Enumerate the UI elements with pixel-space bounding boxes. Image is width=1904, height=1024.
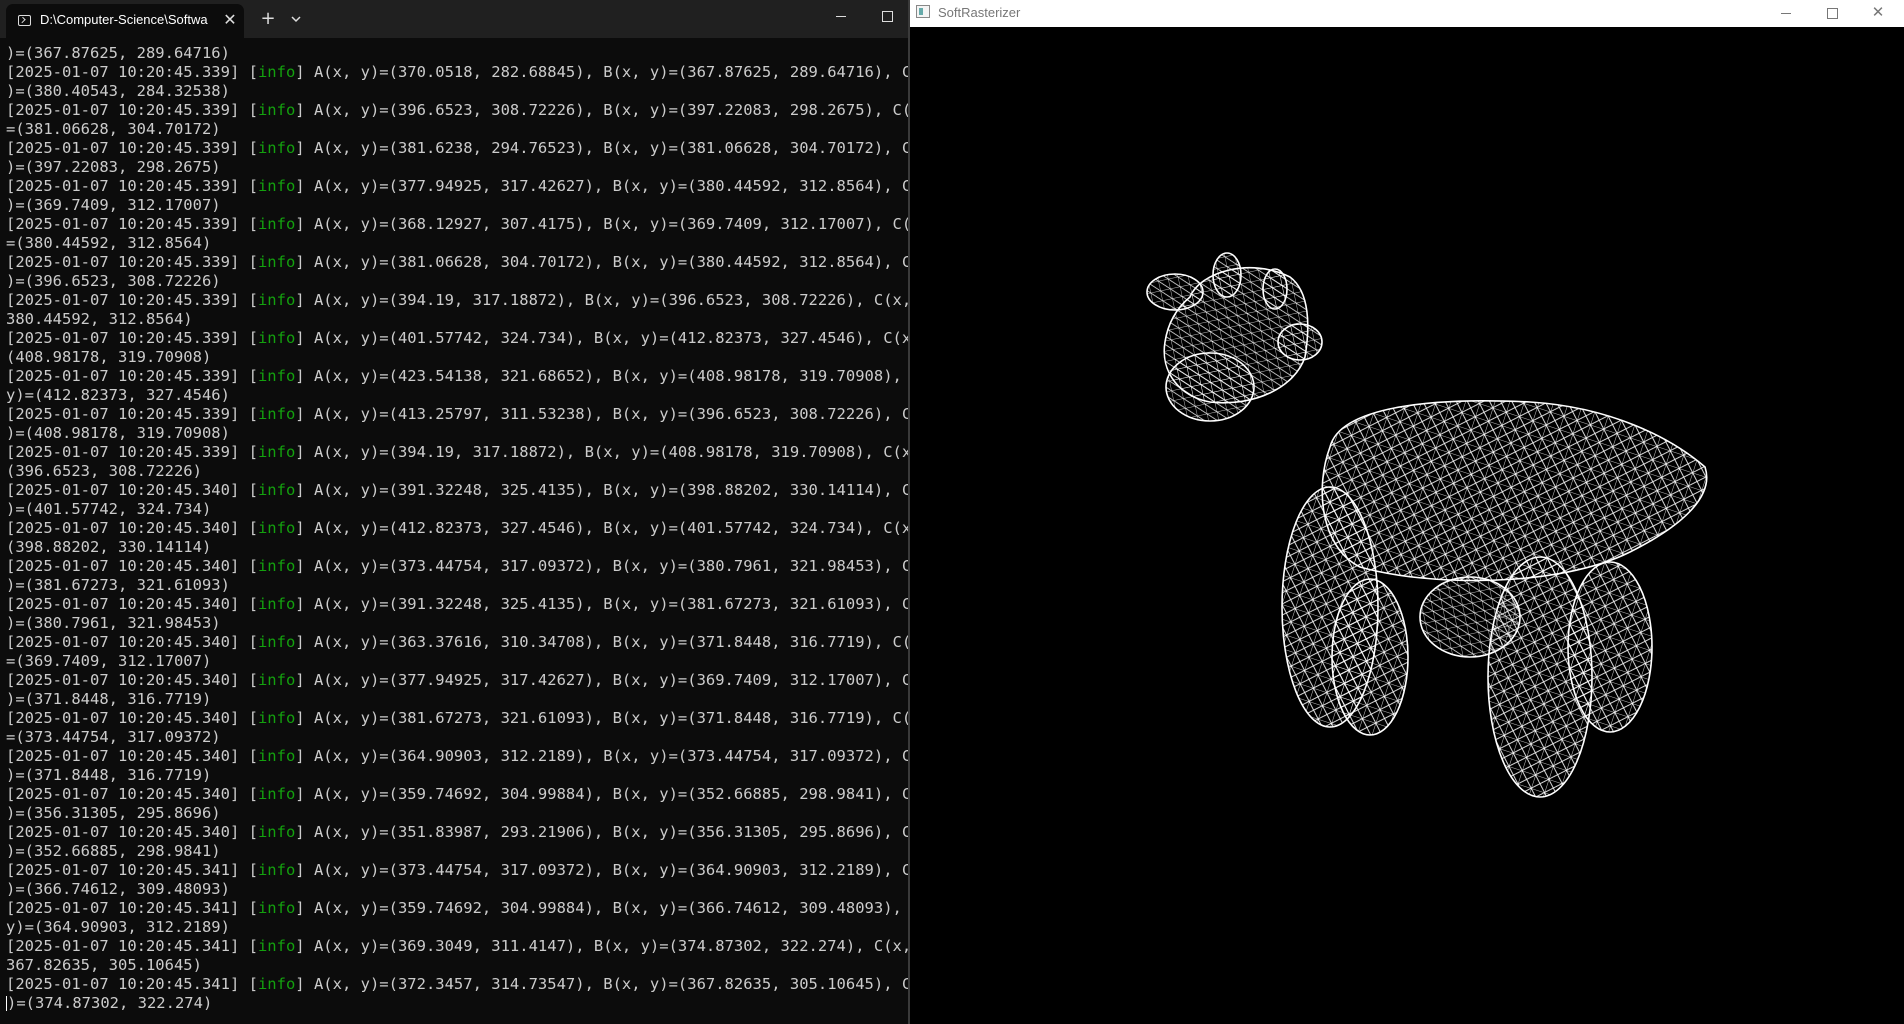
terminal-line: )=(380.40543, 284.32538) [6, 82, 230, 100]
terminal-maximize-button[interactable] [864, 0, 908, 32]
window-title: SoftRasterizer [938, 5, 1021, 20]
terminal-line: [2025-01-07 10:20:45.340] [info] A(x, y)… [6, 557, 908, 575]
terminal-window: D:\Computer-Science\Softwa ✕ + )=(367.87… [0, 0, 908, 1024]
log-level: info [257, 595, 296, 613]
terminal-line: [2025-01-07 10:20:45.340] [info] A(x, y)… [6, 481, 908, 499]
terminal-line: [2025-01-07 10:20:45.340] [info] A(x, y)… [6, 823, 908, 841]
terminal-output[interactable]: )=(367.87625, 289.64716) [2025-01-07 10:2… [6, 44, 908, 1024]
log-level: info [257, 329, 296, 347]
terminal-line: [2025-01-07 10:20:45.341] [info] A(x, y)… [6, 937, 908, 955]
log-level: info [257, 633, 296, 651]
render-viewport[interactable] [910, 27, 1904, 1024]
log-level: info [257, 861, 296, 879]
terminal-line: [2025-01-07 10:20:45.339] [info] A(x, y)… [6, 253, 908, 271]
terminal-line: [2025-01-07 10:20:45.339] [info] A(x, y)… [6, 215, 908, 233]
terminal-line: [2025-01-07 10:20:45.340] [info] A(x, y)… [6, 747, 908, 765]
terminal-line: [2025-01-07 10:20:45.340] [info] A(x, y)… [6, 671, 908, 689]
terminal-line: =(380.44592, 312.8564) [6, 234, 212, 252]
log-level: info [257, 975, 296, 993]
terminal-minimize-button[interactable] [818, 0, 864, 32]
log-level: info [257, 405, 296, 423]
terminal-line: 367.82635, 305.10645) [6, 956, 202, 974]
renderer-close-button[interactable]: ✕ [1855, 0, 1901, 27]
terminal-line: )=(374.87302, 322.274) [6, 994, 213, 1012]
terminal-line: [2025-01-07 10:20:45.339] [info] A(x, y)… [6, 101, 908, 119]
log-level: info [257, 519, 296, 537]
log-level: info [257, 747, 296, 765]
terminal-line: y)=(412.82373, 327.4546) [6, 386, 230, 404]
terminal-line: (408.98178, 319.70908) [6, 348, 212, 366]
log-level: info [257, 481, 296, 499]
terminal-line: )=(371.8448, 316.7719) [6, 690, 212, 708]
terminal-line: )=(356.31305, 295.8696) [6, 804, 221, 822]
terminal-line: [2025-01-07 10:20:45.339] [info] A(x, y)… [6, 329, 908, 347]
terminal-line: [2025-01-07 10:20:45.341] [info] A(x, y)… [6, 861, 908, 879]
terminal-line: )=(408.98178, 319.70908) [6, 424, 230, 442]
log-level: info [257, 823, 296, 841]
terminal-line: (396.6523, 308.72226) [6, 462, 202, 480]
log-level: info [257, 937, 296, 955]
terminal-line: [2025-01-07 10:20:45.339] [info] A(x, y)… [6, 443, 908, 461]
terminal-line: =(373.44754, 317.09372) [6, 728, 221, 746]
terminal-line: )=(371.8448, 316.7719) [6, 766, 212, 784]
terminal-line: )=(381.67273, 321.61093) [6, 576, 230, 594]
terminal-line: =(381.06628, 304.70172) [6, 120, 221, 138]
app-icon [916, 5, 930, 18]
terminal-titlebar: D:\Computer-Science\Softwa ✕ + [0, 0, 908, 38]
terminal-line: [2025-01-07 10:20:45.341] [info] A(x, y)… [6, 975, 908, 993]
log-level: info [257, 253, 296, 271]
renderer-minimize-button[interactable] [1763, 0, 1809, 27]
renderer-maximize-button[interactable] [1809, 0, 1855, 27]
cow-wireframe [1146, 252, 1708, 798]
terminal-line: [2025-01-07 10:20:45.339] [info] A(x, y)… [6, 405, 908, 423]
terminal-line: )=(397.22083, 298.2675) [6, 158, 221, 176]
log-level: info [257, 139, 296, 157]
chevron-down-icon[interactable] [288, 11, 304, 27]
log-level: info [257, 899, 296, 917]
log-level: info [257, 291, 296, 309]
terminal-line: )=(401.57742, 324.734) [6, 500, 212, 518]
terminal-line: [2025-01-07 10:20:45.340] [info] A(x, y)… [6, 595, 908, 613]
log-level: info [257, 63, 296, 81]
terminal-line: [2025-01-07 10:20:45.339] [info] A(x, y)… [6, 367, 908, 385]
renderer-window: SoftRasterizer ✕ [910, 0, 1904, 1024]
log-level: info [257, 671, 296, 689]
log-level: info [257, 557, 296, 575]
terminal-line: [2025-01-07 10:20:45.340] [info] A(x, y)… [6, 785, 908, 803]
renderer-titlebar: SoftRasterizer ✕ [910, 0, 1904, 27]
terminal-tab[interactable]: D:\Computer-Science\Softwa ✕ [6, 4, 244, 38]
terminal-line: )=(367.87625, 289.64716) [6, 44, 230, 62]
terminal-line: [2025-01-07 10:20:45.340] [info] A(x, y)… [6, 519, 908, 537]
terminal-line: [2025-01-07 10:20:45.339] [info] A(x, y)… [6, 177, 908, 195]
log-level: info [257, 101, 296, 119]
log-level: info [257, 443, 296, 461]
terminal-line: )=(396.6523, 308.72226) [6, 272, 221, 290]
terminal-line: )=(366.74612, 309.48093) [6, 880, 230, 898]
terminal-line: 380.44592, 312.8564) [6, 310, 193, 328]
terminal-line: [2025-01-07 10:20:45.339] [info] A(x, y)… [6, 291, 908, 309]
terminal-line: [2025-01-07 10:20:45.340] [info] A(x, y)… [6, 709, 908, 727]
log-level: info [257, 709, 296, 727]
log-level: info [257, 177, 296, 195]
tab-close-button[interactable]: ✕ [220, 10, 240, 30]
terminal-line: (398.88202, 330.14114) [6, 538, 212, 556]
terminal-icon [18, 15, 31, 26]
log-level: info [257, 367, 296, 385]
tab-title: D:\Computer-Science\Softwa [40, 12, 208, 27]
terminal-line: )=(352.66885, 298.9841) [6, 842, 221, 860]
log-level: info [257, 785, 296, 803]
terminal-line: =(369.7409, 312.17007) [6, 652, 212, 670]
terminal-line: [2025-01-07 10:20:45.339] [info] A(x, y)… [6, 139, 908, 157]
terminal-line: [2025-01-07 10:20:45.340] [info] A(x, y)… [6, 633, 908, 651]
terminal-line: [2025-01-07 10:20:45.341] [info] A(x, y)… [6, 899, 908, 917]
new-tab-button[interactable]: + [258, 9, 278, 29]
terminal-line: )=(369.7409, 312.17007) [6, 196, 221, 214]
terminal-line: y)=(364.90903, 312.2189) [6, 918, 230, 936]
log-level: info [257, 215, 296, 233]
terminal-line: )=(380.7961, 321.98453) [6, 614, 221, 632]
terminal-line: [2025-01-07 10:20:45.339] [info] A(x, y)… [6, 63, 908, 81]
cow-mesh [1146, 252, 1708, 798]
